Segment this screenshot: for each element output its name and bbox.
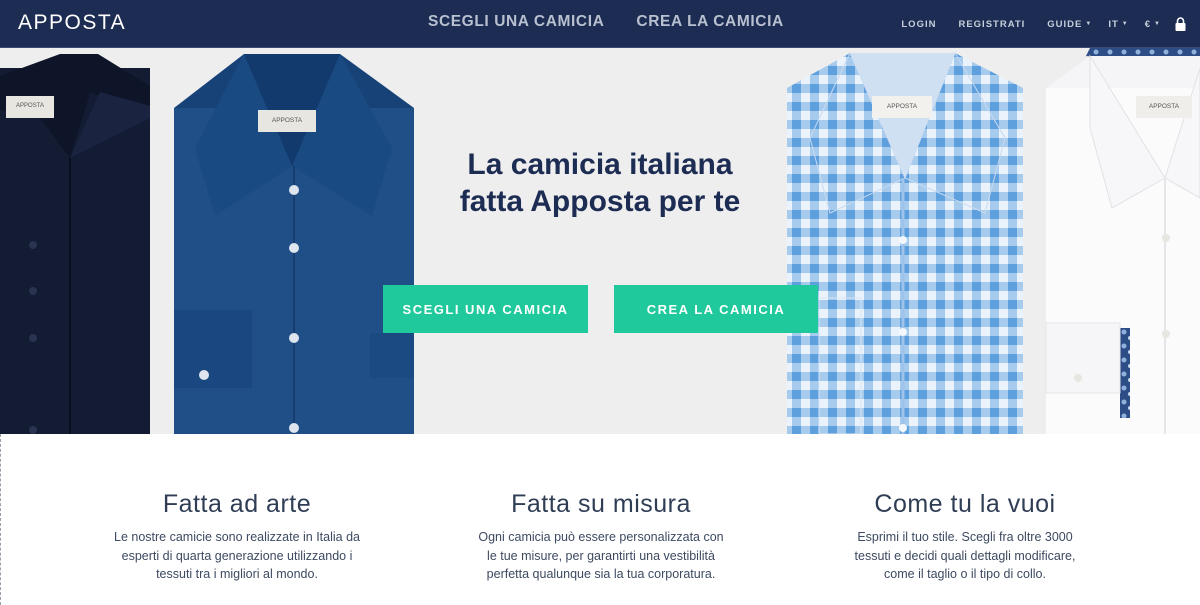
currency-label: € [1144, 18, 1152, 30]
feature-text-line: Esprimi il tuo stile. Scegli fra oltre 3… [857, 530, 1073, 544]
hero-title-line1: La camicia italiana [467, 148, 733, 181]
caret-down-icon: ▼ [1154, 21, 1161, 27]
feature-title: Come tu la vuoi [874, 490, 1056, 518]
feature-title: Fatta ad arte [162, 490, 312, 518]
shirt-label-text: APPOSTA [16, 103, 44, 109]
feature-text-line: esperti di quarta generazione utilizzand… [121, 548, 353, 563]
create-shirt-button[interactable]: CREA LA CAMICIA [614, 285, 818, 333]
lock-icon[interactable] [1175, 17, 1186, 31]
navy-shirt: APPOSTA [0, 54, 150, 434]
nav-create-shirt[interactable]: CREA LA CAMICIA [636, 13, 783, 31]
white-shirt: APPOSTA [1045, 48, 1200, 434]
shirt-label-text: APPOSTA [887, 103, 918, 110]
currency-dropdown[interactable]: € ▼ [1145, 19, 1161, 30]
caret-down-icon: ▼ [1085, 21, 1093, 27]
utility-nav: LOGIN REGISTRATI GUIDE ▼ IT ▼ € ▼ [901, 17, 1186, 31]
feature-your-style: Come tu la vuoi Esprimi il tuo stile. Sc… [815, 488, 1115, 584]
language-label: IT [1108, 18, 1119, 30]
hero-shirts-image: APPOSTA APPOSTA APPOSTA APPOSTA [0, 48, 1200, 434]
nav-choose-shirt[interactable]: SCEGLI UNA CAMICIA [428, 13, 604, 31]
feature-text: Ogni camicia può essere personalizzata c… [451, 528, 751, 584]
choose-shirt-button[interactable]: SCEGLI UNA CAMICIA [383, 285, 588, 333]
hero-banner: APPOSTA APPOSTA APPOSTA APPOSTA La camic… [0, 48, 1200, 434]
register-link[interactable]: REGISTRATI [958, 19, 1025, 30]
feature-text: Esprimi il tuo stile. Scegli fra oltre 3… [815, 528, 1115, 584]
caret-down-icon: ▼ [1121, 21, 1129, 27]
feature-text-line: Le nostre camicie sono realizzate in Ita… [114, 530, 360, 544]
denim-shirt: APPOSTA [174, 54, 414, 434]
guides-label: GUIDE [1047, 18, 1083, 30]
feature-text-line: Ogni camicia può essere personalizzata c… [478, 530, 724, 544]
feature-text-line: come il taglio o il tipo di collo. [884, 567, 1046, 581]
guides-dropdown[interactable]: GUIDE ▼ [1047, 19, 1092, 30]
language-dropdown[interactable]: IT ▼ [1108, 19, 1128, 30]
feature-text-line: perfetta qualunque sia la tua corporatur… [486, 567, 716, 581]
page-edge-divider [0, 434, 1, 605]
brand-logo[interactable]: APPOSTA [18, 11, 126, 35]
feature-text: Le nostre camicie sono realizzate in Ita… [87, 528, 387, 584]
feature-made-to-measure: Fatta su misura Ogni camicia può essere … [451, 488, 751, 584]
shirt-label-text: APPOSTA [1149, 103, 1180, 110]
feature-text-line: tessuti e decidi quali dettagli modifica… [854, 548, 1076, 563]
hero-title-line2: fatta Apposta per te [459, 185, 741, 218]
shirt-label-text: APPOSTA [272, 117, 303, 124]
feature-text-line: tessuti tra i migliori al mondo. [156, 567, 318, 581]
main-nav: SCEGLI UNA CAMICIA CREA LA CAMICIA [428, 13, 784, 31]
hero-title: La camicia italiana fatta Apposta per te [400, 146, 800, 220]
features-section: Fatta ad arte Le nostre camicie sono rea… [0, 434, 1200, 605]
feature-title: Fatta su misura [511, 490, 691, 518]
feature-text-line: le tue misure, per garantirti una vestib… [487, 548, 715, 563]
feature-handmade: Fatta ad arte Le nostre camicie sono rea… [87, 488, 387, 584]
login-link[interactable]: LOGIN [901, 19, 936, 30]
gingham-shirt: APPOSTA [787, 51, 1023, 434]
top-navbar: APPOSTA SCEGLI UNA CAMICIA CREA LA CAMIC… [0, 0, 1200, 48]
